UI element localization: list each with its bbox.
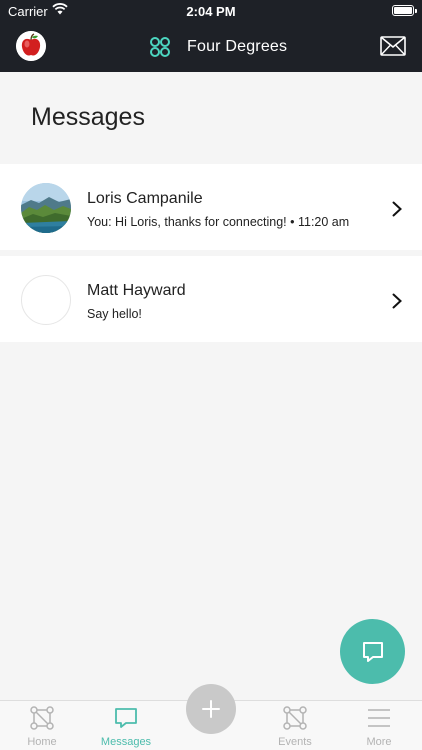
network-icon <box>30 706 54 730</box>
hamburger-icon <box>368 709 390 727</box>
network-icon <box>283 706 307 730</box>
chat-bubble-icon <box>115 708 137 728</box>
four-degrees-logo-icon <box>148 35 172 59</box>
app-title: Four Degrees <box>187 38 288 55</box>
tab-messages[interactable]: Messages <box>84 701 168 750</box>
tab-more[interactable]: More <box>337 701 421 750</box>
page-title: Messages <box>31 103 145 131</box>
avatar <box>21 183 71 233</box>
tab-label: More <box>366 736 392 748</box>
app-header: Carrier 2:04 PM Four Degrees <box>0 0 422 72</box>
conversation-preview: You: Hi Loris, thanks for connecting! • … <box>87 215 350 229</box>
apple-avatar-icon <box>16 31 46 61</box>
chat-bubble-icon <box>362 641 383 662</box>
conversation-name: Matt Hayward <box>87 282 186 299</box>
landscape-photo-icon <box>21 183 71 233</box>
conversation-preview: Say hello! <box>87 307 142 321</box>
status-time: 2:04 PM <box>186 4 236 19</box>
mail-icon[interactable] <box>380 36 406 56</box>
profile-avatar[interactable] <box>16 31 46 61</box>
avatar <box>21 275 71 325</box>
chevron-right-icon <box>392 293 402 309</box>
chevron-right-icon <box>392 201 402 217</box>
conversation-row[interactable]: Loris Campanile You: Hi Loris, thanks fo… <box>0 164 422 250</box>
new-message-button[interactable] <box>340 619 405 684</box>
conversation-row[interactable]: Matt Hayward Say hello! <box>0 256 422 342</box>
brand: Four Degrees <box>148 34 287 60</box>
tab-home[interactable]: Home <box>0 701 84 750</box>
tab-label: Messages <box>100 736 152 748</box>
status-bar: Carrier 2:04 PM <box>0 0 422 22</box>
conversation-name: Loris Campanile <box>87 190 203 207</box>
add-button[interactable] <box>186 684 236 734</box>
tab-label: Home <box>27 736 57 748</box>
battery-icon <box>392 5 417 16</box>
tab-label: Events <box>278 736 312 748</box>
tab-events[interactable]: Events <box>253 701 337 750</box>
plus-icon <box>202 700 220 718</box>
